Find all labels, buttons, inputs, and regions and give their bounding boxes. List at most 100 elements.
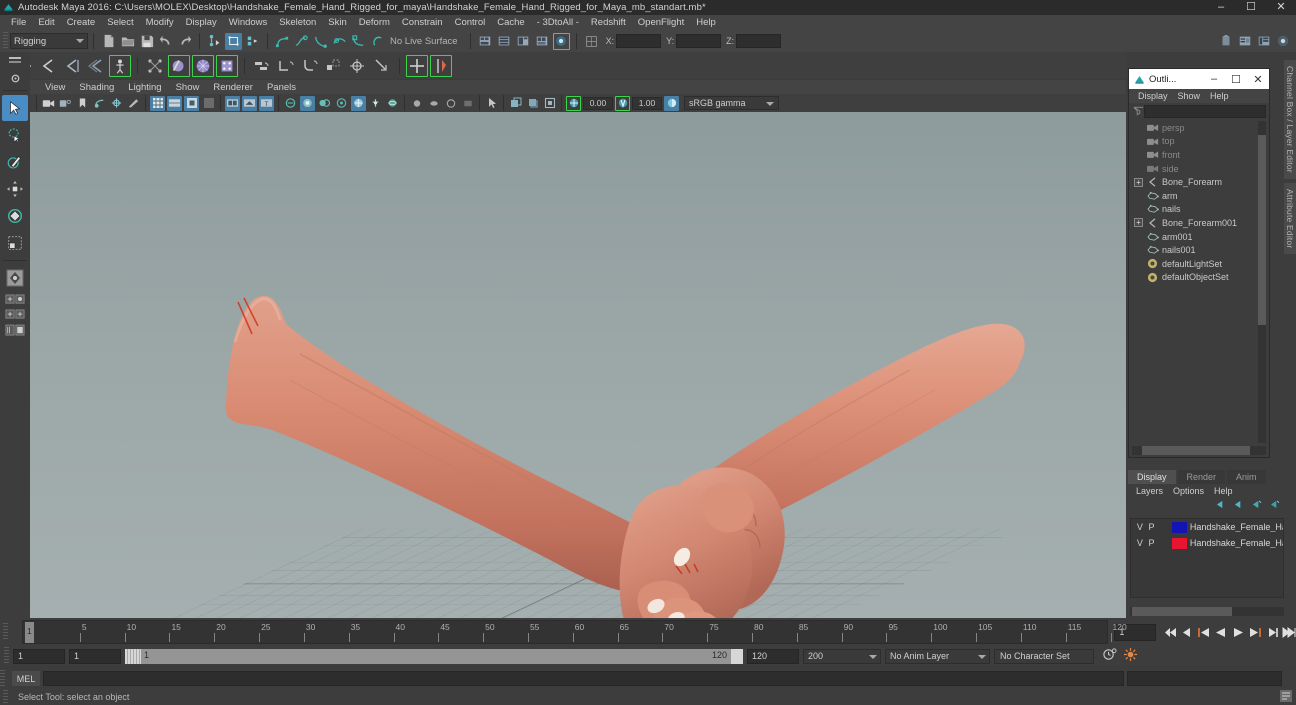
menu-display[interactable]: Display <box>180 15 223 30</box>
viewport-menu-shading[interactable]: Shading <box>72 82 121 93</box>
go-to-end-button[interactable] <box>1281 624 1296 641</box>
screen-space-ao-icon[interactable] <box>242 95 257 111</box>
help-menu[interactable]: Help <box>1209 486 1238 496</box>
outliner-minimize-button[interactable]: – <box>1203 69 1225 89</box>
hypershade-button[interactable] <box>534 33 551 50</box>
expand-icon[interactable]: + <box>1134 177 1143 187</box>
help-line-grip[interactable] <box>3 690 8 703</box>
snap-to-projected-center-button[interactable] <box>331 33 348 50</box>
snapshot-icon[interactable] <box>508 96 523 111</box>
exposure-toggle-icon[interactable] <box>351 95 366 111</box>
outliner-title-bar[interactable]: Outli... – ☐ ✕ <box>1129 69 1269 89</box>
pole-vector-constraint-icon[interactable] <box>371 55 393 77</box>
menu-file[interactable]: File <box>5 15 32 30</box>
minimize-button[interactable]: – <box>1206 0 1236 15</box>
select-by-object-button[interactable] <box>225 32 242 50</box>
xray-active-components-icon[interactable] <box>334 96 349 111</box>
x-input[interactable] <box>616 34 662 48</box>
outliner-node-nails[interactable]: nails <box>1132 203 1266 217</box>
snap-to-curve-button[interactable] <box>293 33 310 50</box>
save-scene-button[interactable] <box>138 33 155 50</box>
viewport-menu-show[interactable]: Show <box>169 82 207 93</box>
menu-help[interactable]: Help <box>690 15 722 30</box>
range-right-handle[interactable] <box>731 648 743 664</box>
layer-row[interactable]: V P Handshake_Female_Hand_ <box>1131 519 1283 535</box>
render-settings-button[interactable] <box>515 33 532 50</box>
layer-playback-toggle[interactable]: P <box>1146 522 1158 532</box>
menu-modify[interactable]: Modify <box>140 15 180 30</box>
animation-end-field[interactable]: 200 <box>803 648 881 664</box>
menu-control[interactable]: Control <box>449 15 492 30</box>
make-live-button[interactable] <box>369 33 386 50</box>
outliner-node-arm001[interactable]: arm001 <box>1132 230 1266 244</box>
gamma-value[interactable]: 1.00 <box>632 96 662 110</box>
image-plane-icon[interactable] <box>92 96 107 111</box>
outliner-node-bone-forearm[interactable]: + Bone_Forearm <box>1132 175 1266 189</box>
animation-start-field[interactable]: 1 <box>13 648 65 664</box>
undo-button[interactable] <box>157 33 174 50</box>
outliner-node-nails001[interactable]: nails001 <box>1132 243 1266 257</box>
create-ik-spline-icon[interactable] <box>61 55 83 77</box>
shadows-icon[interactable] <box>225 95 240 111</box>
rotate-tool[interactable] <box>2 203 28 229</box>
menuset-selector[interactable]: Rigging <box>10 33 88 49</box>
xray-mode-icon[interactable] <box>300 95 315 111</box>
menu-create[interactable]: Create <box>61 15 102 30</box>
command-language-label[interactable]: MEL <box>12 671 40 686</box>
show-modeling-toolkit-button[interactable] <box>1217 32 1234 49</box>
show-attribute-editor-button[interactable] <box>1236 32 1253 49</box>
go-to-start-button[interactable] <box>1162 624 1177 641</box>
paint-skin-weights-icon[interactable] <box>168 54 190 77</box>
menu-select[interactable]: Select <box>101 15 139 30</box>
exposure-icon[interactable] <box>566 95 581 111</box>
command-input[interactable] <box>43 671 1124 686</box>
grid-toggle-icon[interactable] <box>385 96 400 111</box>
command-line-grip[interactable] <box>0 669 5 688</box>
options-menu[interactable]: Options <box>1168 486 1209 496</box>
outliner-maximize-button[interactable]: ☐ <box>1225 69 1247 89</box>
color-management-icon[interactable] <box>664 95 679 111</box>
universal-manipulator-icon[interactable] <box>2 265 28 291</box>
open-scene-button[interactable] <box>119 33 136 50</box>
tab-display[interactable]: Display <box>1128 470 1176 484</box>
menu-constrain[interactable]: Constrain <box>396 15 449 30</box>
move-tool[interactable] <box>2 176 28 202</box>
layout-two-pane-icon[interactable] <box>2 307 28 321</box>
absolute-transform-icon[interactable] <box>583 33 600 50</box>
isolate-select-icon[interactable] <box>283 96 298 111</box>
play-forwards-button[interactable] <box>1230 624 1245 641</box>
outliner-menu-help[interactable]: Help <box>1205 91 1234 101</box>
select-camera-icon[interactable] <box>41 96 56 111</box>
two-d-pan-zoom-icon[interactable] <box>109 96 124 111</box>
time-slider-grip[interactable] <box>3 623 8 641</box>
shade-with-textures-icon[interactable] <box>184 95 199 111</box>
step-back-key-button[interactable] <box>1179 624 1194 641</box>
outliner-menu-show[interactable]: Show <box>1173 91 1206 101</box>
new-layer-from-selection-button[interactable] <box>1269 500 1280 512</box>
camera-attributes-icon[interactable] <box>58 96 73 111</box>
show-tool-settings-button[interactable] <box>1255 32 1272 49</box>
script-editor-button[interactable] <box>1280 690 1292 702</box>
grease-pencil-icon[interactable] <box>126 96 141 111</box>
aim-constraint-icon[interactable] <box>347 55 369 77</box>
scrollbar-thumb[interactable] <box>1258 135 1266 325</box>
layer-list[interactable]: V P Handshake_Female_Hand_ V P Handshake… <box>1130 518 1284 598</box>
mirror-skin-weights-icon[interactable] <box>430 54 452 77</box>
animation-preferences-button[interactable] <box>1123 647 1138 665</box>
select-by-component-button[interactable] <box>244 33 261 50</box>
show-channel-box-button[interactable] <box>1274 32 1291 49</box>
y-input[interactable] <box>676 34 722 48</box>
tab-channel-box-layer-editor[interactable]: Channel Box / Layer Editor <box>1284 60 1296 179</box>
tab-render[interactable]: Render <box>1177 470 1226 484</box>
ipr-render-button[interactable] <box>496 33 513 50</box>
smooth-shade-all-icon[interactable] <box>167 95 182 111</box>
gamma-icon[interactable] <box>615 95 630 111</box>
range-bar[interactable]: 1 120 <box>125 648 743 664</box>
outliner-tree[interactable]: persp top front side + Bone_Forearm arm … <box>1132 121 1266 443</box>
move-layer-up-button[interactable] <box>1215 500 1226 512</box>
snap-to-view-plane-button[interactable] <box>350 33 367 50</box>
outliner-node-front[interactable]: front <box>1132 148 1266 162</box>
outliner-close-button[interactable]: ✕ <box>1247 69 1269 89</box>
paint-select-tool[interactable] <box>2 149 28 175</box>
menu-3dtoall[interactable]: - 3DtoAll - <box>531 15 585 30</box>
